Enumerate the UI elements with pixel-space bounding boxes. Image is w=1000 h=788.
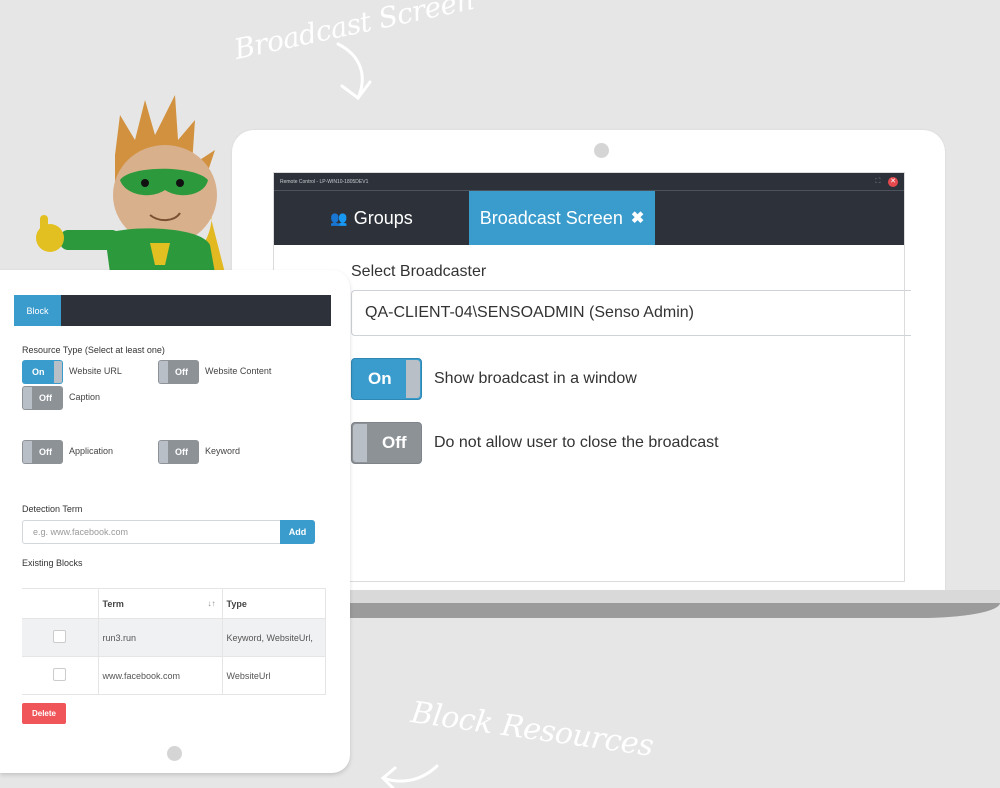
select-column-header: [22, 588, 99, 619]
website-url-label: Website URL: [69, 366, 122, 376]
type-cell: Keyword, WebsiteUrl,: [222, 618, 326, 657]
arrow-left-icon: [380, 764, 439, 788]
toggle-knob: [23, 441, 32, 463]
toggle-state: Off: [382, 433, 407, 452]
table-row: run3.run Keyword, WebsiteUrl,: [22, 618, 326, 657]
select-broadcaster-label: Select Broadcaster: [351, 263, 487, 280]
term-cell: www.facebook.com: [98, 656, 223, 695]
toggle-state: On: [368, 369, 392, 388]
show-in-window-label: Show broadcast in a window: [434, 370, 637, 387]
row-checkbox[interactable]: [53, 668, 67, 681]
block-panel-tablet: Block Resource Type (Select at least one…: [0, 270, 350, 773]
caption-label: Caption: [69, 392, 101, 402]
type-column-header: Type: [222, 588, 326, 619]
laptop-base: [350, 603, 1000, 618]
toggle-knob: [159, 441, 168, 463]
close-tab-icon[interactable]: ✖: [631, 208, 644, 228]
website-content-label: Website Content: [205, 366, 272, 376]
toggle-state: Off: [175, 367, 188, 377]
option-row: Off Do not allow user to close the broad…: [351, 422, 904, 464]
laptop-hinge: [350, 590, 1000, 603]
toggle-state: On: [32, 367, 45, 377]
arrow-down-icon: [336, 42, 372, 101]
toggle-knob: [406, 360, 420, 398]
caption-toggle[interactable]: Off: [22, 386, 63, 410]
application-label: Application: [69, 446, 114, 456]
show-in-window-toggle[interactable]: On: [351, 358, 422, 400]
website-url-toggle[interactable]: On: [22, 360, 63, 384]
term-column-header[interactable]: Term ↓↑: [98, 588, 223, 619]
resource-type-label: Resource Type (Select at least one): [22, 345, 165, 355]
type-cell: WebsiteUrl: [222, 656, 326, 695]
tablet-home-button: [167, 746, 182, 761]
broadcast-window: Remote Control - LP-WIN10-1805DEV1 ⛶ ✕ 👥…: [273, 172, 911, 582]
broadcaster-select[interactable]: QA-CLIENT-04\SENSOADMIN (Senso Admin): [351, 290, 911, 336]
maximize-icon[interactable]: ⛶: [874, 178, 882, 186]
users-icon: 👥: [330, 209, 348, 226]
table-row: www.facebook.com WebsiteUrl: [22, 656, 326, 695]
toggle-state: Off: [39, 447, 52, 457]
table-header-row: Term ↓↑ Type: [22, 588, 326, 619]
superhero-mascot-icon: [36, 95, 225, 273]
existing-blocks-label: Existing Blocks: [22, 558, 83, 568]
tab-block[interactable]: Block: [14, 295, 61, 326]
detection-term-input[interactable]: e.g. www.facebook.com: [22, 520, 280, 544]
toggle-knob: [54, 361, 62, 383]
laptop-camera: [594, 143, 609, 158]
option-row: On Show broadcast in a window: [351, 358, 904, 400]
toggle-knob: [353, 424, 367, 462]
toggle-knob: [23, 387, 32, 409]
window-titlebar: Remote Control - LP-WIN10-1805DEV1 ⛶ ✕: [274, 173, 904, 191]
row-checkbox[interactable]: [53, 630, 67, 643]
block-resources-annotation: Block Resources: [408, 695, 656, 764]
term-header-label: Term: [102, 598, 124, 609]
tab-groups[interactable]: 👥 Groups: [274, 191, 469, 245]
keyword-toggle[interactable]: Off: [158, 440, 199, 464]
tab-bar: 👥 Groups Broadcast Screen ✖: [274, 191, 904, 245]
row-select-cell: [22, 656, 99, 695]
application-toggle[interactable]: Off: [22, 440, 63, 464]
keyword-label: Keyword: [205, 446, 241, 456]
existing-blocks-table: Term ↓↑ Type run3.run Keyword, WebsiteUr…: [22, 588, 326, 695]
toggle-knob: [159, 361, 168, 383]
window-title: Remote Control - LP-WIN10-1805DEV1: [280, 178, 369, 185]
detection-term-label: Detection Term: [22, 504, 83, 514]
tab-broadcast-screen[interactable]: Broadcast Screen ✖: [469, 191, 655, 245]
delete-button[interactable]: Delete: [22, 703, 66, 724]
block-panel-header: Block: [14, 295, 331, 326]
disallow-close-label: Do not allow user to close the broadcast: [434, 434, 719, 451]
row-select-cell: [22, 618, 99, 657]
tab-broadcast-label: Broadcast Screen: [479, 207, 623, 228]
term-cell: run3.run: [98, 618, 223, 657]
website-content-toggle[interactable]: Off: [158, 360, 199, 384]
close-icon[interactable]: ✕: [888, 176, 898, 187]
toggle-state: Off: [175, 447, 188, 457]
disallow-close-toggle[interactable]: Off: [351, 422, 422, 464]
add-button[interactable]: Add: [280, 520, 315, 544]
toggle-state: Off: [39, 393, 52, 403]
sort-icon[interactable]: ↓↑: [208, 599, 216, 608]
tab-groups-label: Groups: [353, 207, 413, 228]
